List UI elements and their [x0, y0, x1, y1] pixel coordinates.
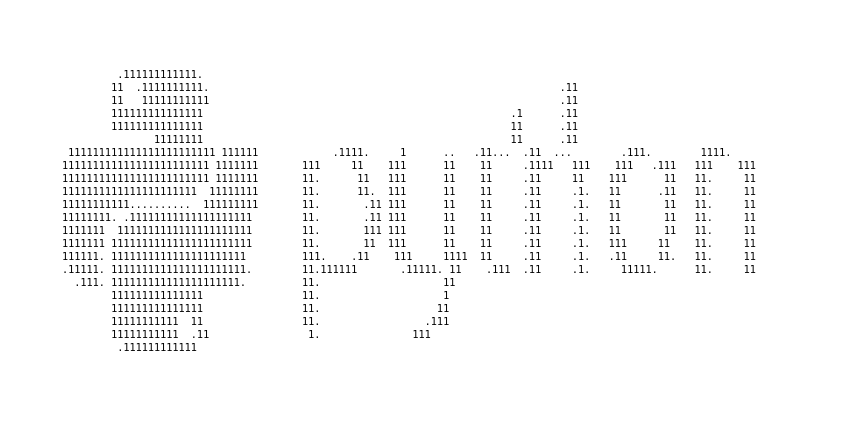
python-logo-ascii-art: .111111111111. 11 .1111111111. 11 111111…: [62, 70, 259, 354]
python-wordmark-ascii-art: .11 .11 .1 .11 11 .11 11 .11 .1111. 1 ..…: [302, 83, 756, 341]
ascii-art-canvas: .111111111111. 11 .1111111111. 11 111111…: [0, 0, 858, 438]
